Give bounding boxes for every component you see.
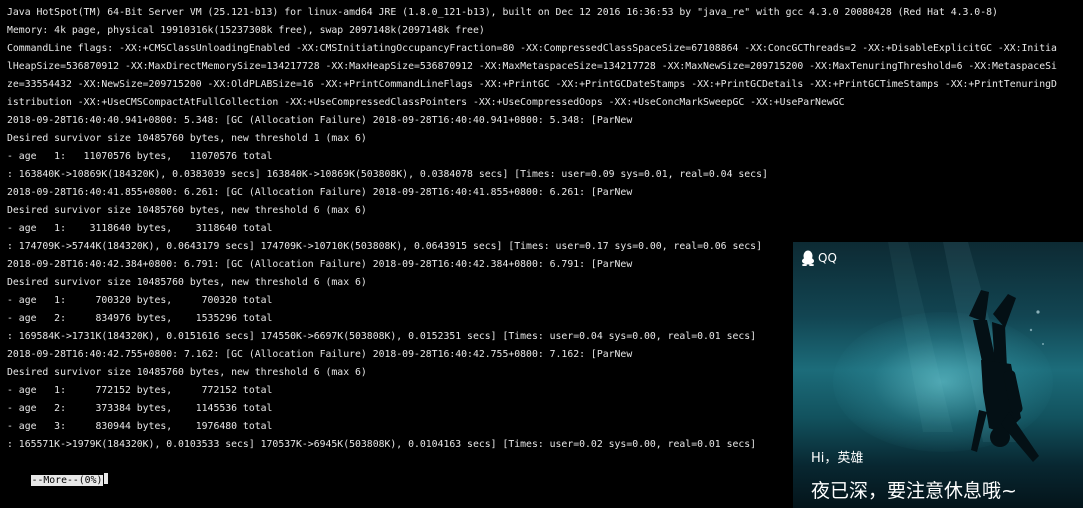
- terminal-line: Memory: 4k page, physical 19910316k(1523…: [7, 25, 485, 36]
- qq-penguin-icon: [802, 250, 814, 266]
- notification-message: 夜已深，要注意休息哦~: [811, 480, 1017, 502]
- terminal-line: - age 1: 11070576 bytes, 11070576 total: [7, 151, 273, 162]
- light-ray: [888, 242, 953, 432]
- terminal-line: Desired survivor size 10485760 bytes, ne…: [7, 205, 367, 216]
- bubble: [1036, 310, 1040, 314]
- scuba-diver-image: [888, 242, 1044, 462]
- qq-app-name: QQ: [818, 251, 837, 265]
- terminal-line: Java HotSpot(TM) 64-Bit Server VM (25.12…: [7, 7, 998, 18]
- bubble: [1029, 328, 1033, 332]
- notification-greeting: Hi，英雄: [811, 451, 864, 466]
- terminal-line: - age 1: 3118640 bytes, 3118640 total: [7, 223, 273, 234]
- terminal-line: ze=33554432 -XX:NewSize=209715200 -XX:Ol…: [7, 79, 1057, 90]
- terminal-line: lHeapSize=536870912 -XX:MaxDirectMemoryS…: [7, 61, 1057, 72]
- text-cursor: [104, 473, 109, 484]
- pager-prompt: --More--(0%): [30, 475, 104, 486]
- terminal-line: 2018-09-28T16:40:40.941+0800: 5.348: [GC…: [7, 115, 633, 126]
- terminal-line: CommandLine flags: -XX:+CMSClassUnloadin…: [7, 43, 1057, 54]
- qq-notification-popup[interactable]: QQ Hi，英雄 夜已深，要注意休息哦~: [793, 242, 1083, 508]
- terminal-line: Desired survivor size 10485760 bytes, ne…: [7, 133, 367, 144]
- terminal-line: 2018-09-28T16:40:41.855+0800: 6.261: [GC…: [7, 187, 633, 198]
- terminal-line: : 163840K->10869K(184320K), 0.0383039 se…: [7, 169, 768, 180]
- terminal-line: istribution -XX:+UseCMSCompactAtFullColl…: [7, 97, 845, 108]
- qq-header: QQ: [801, 250, 837, 266]
- bubble: [1042, 343, 1044, 345]
